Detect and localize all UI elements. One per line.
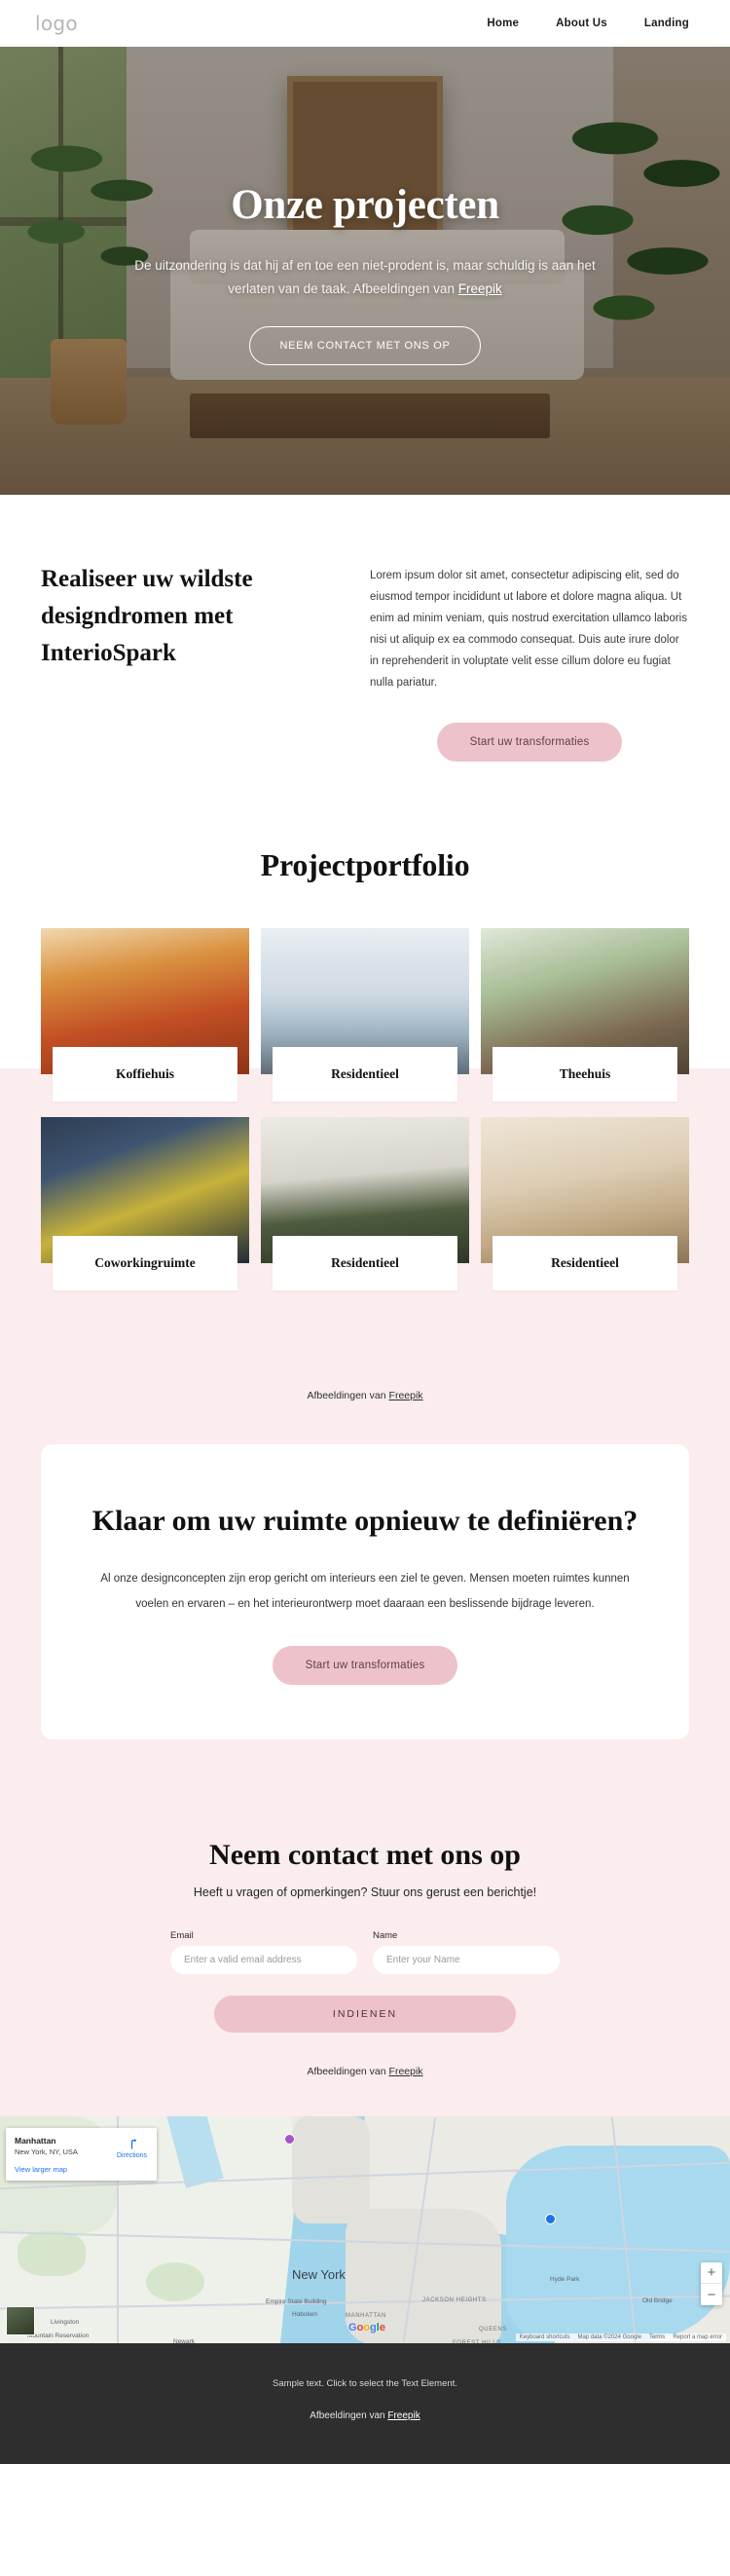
- map-label: Livingston: [51, 2319, 80, 2326]
- hero-subtitle: De uitzondering is dat hij af en toe een…: [122, 254, 608, 301]
- contact-form: Email Name: [170, 1930, 560, 1974]
- map-label: MANHATTAN: [346, 2313, 386, 2319]
- name-field-group: Name: [373, 1930, 560, 1974]
- map-label: Old Bridge: [642, 2297, 673, 2304]
- portfolio-card[interactable]: Residentieel: [261, 1117, 469, 1290]
- portfolio-grid: Koffiehuis Residentieel Theehuis Coworki…: [0, 928, 730, 1335]
- portfolio-card[interactable]: Residentieel: [481, 1117, 689, 1290]
- map-report-error-link[interactable]: Report a map error: [673, 2334, 722, 2340]
- map-terms-link[interactable]: Terms: [649, 2334, 665, 2340]
- portfolio-grid-wrapper: Koffiehuis Residentieel Theehuis Coworki…: [0, 928, 730, 1335]
- about-left-column: Realiseer uw wildste designdromen met In…: [41, 561, 321, 762]
- contact-title: Neem contact met ons op: [209, 1839, 521, 1871]
- map-label: Newark: [173, 2338, 196, 2343]
- name-label: Name: [373, 1930, 398, 1941]
- portfolio-card-label: Coworkingruimte: [53, 1236, 237, 1290]
- site-footer: Sample text. Click to select the Text El…: [0, 2343, 730, 2464]
- about-right-column: Lorem ipsum dolor sit amet, consectetur …: [370, 561, 689, 762]
- map-label: Hoboken: [292, 2311, 318, 2318]
- google-logo-letter: e: [379, 2322, 385, 2333]
- cta-transform-button[interactable]: Start uw transformaties: [272, 1646, 458, 1685]
- name-input[interactable]: [373, 1946, 560, 1974]
- portfolio-card-label: Residentieel: [493, 1236, 677, 1290]
- map-street-view-thumbnail[interactable]: [6, 2306, 35, 2335]
- portfolio-card[interactable]: Coworkingruimte: [41, 1117, 249, 1290]
- portfolio-title: Projectportfolio: [260, 847, 470, 882]
- contact-credit: Afbeeldingen van Freepik: [41, 2066, 689, 2077]
- landing-page: logo Home About Us Landing Onze projecte…: [0, 0, 730, 2464]
- email-input[interactable]: [170, 1946, 357, 1974]
- map-zoom-controls: + −: [701, 2262, 722, 2305]
- map-label: New York: [292, 2267, 346, 2282]
- cta-card: Klaar om uw ruimte opnieuw te definiëren…: [41, 1444, 689, 1739]
- portfolio-card[interactable]: Theehuis: [481, 928, 689, 1101]
- portfolio-header: Projectportfolio: [0, 820, 730, 928]
- hero-content: Onze projecten De uitzondering is dat hi…: [0, 47, 730, 365]
- contact-credit-text: Afbeeldingen van: [307, 2066, 389, 2077]
- contact-freepik-link[interactable]: Freepik: [389, 2066, 423, 2077]
- contact-section: Neem contact met ons op Heeft u vragen o…: [0, 1800, 730, 2116]
- hero-title: Onze projecten: [231, 182, 499, 228]
- map-data-credit: Map data ©2024 Google: [577, 2334, 641, 2340]
- map-zoom-in-button[interactable]: +: [701, 2262, 722, 2284]
- cta-section: Afbeeldingen van Freepik Klaar om uw rui…: [0, 1335, 730, 1800]
- nav-link-landing[interactable]: Landing: [644, 18, 689, 29]
- map-label: FOREST HILLS: [453, 2340, 501, 2343]
- nav-link-about-us[interactable]: About Us: [556, 18, 607, 29]
- portfolio-credit: Afbeeldingen van Freepik: [41, 1390, 689, 1444]
- contact-subtitle: Heeft u vragen of opmerkingen? Stuur ons…: [193, 1885, 537, 1899]
- portfolio-credit-text: Afbeeldingen van: [307, 1390, 389, 1401]
- footer-sample-text[interactable]: Sample text. Click to select the Text El…: [41, 2378, 689, 2389]
- about-title: Realiseer uw wildste designdromen met In…: [41, 566, 253, 666]
- hero-contact-button[interactable]: NEEM CONTACT MET ONS OP: [249, 326, 481, 365]
- about-body-text: Lorem ipsum dolor sit amet, consectetur …: [370, 570, 687, 689]
- map-directions-button[interactable]: Directions: [117, 2138, 147, 2159]
- portfolio-card-label: Residentieel: [273, 1236, 457, 1290]
- footer-credit: Afbeeldingen van Freepik: [41, 2410, 689, 2421]
- map-embed[interactable]: New YorkBROOKLYNEmpire State BuildingHob…: [0, 2116, 730, 2343]
- portfolio-card[interactable]: Residentieel: [261, 928, 469, 1101]
- portfolio-card-label: Koffiehuis: [53, 1047, 237, 1101]
- portfolio-card-label: Residentieel: [273, 1047, 457, 1101]
- google-logo-letter: g: [370, 2322, 377, 2333]
- main-navigation: Home About Us Landing: [487, 18, 689, 29]
- map-info-card: Manhattan New York, NY, USA View larger …: [6, 2128, 157, 2181]
- portfolio-card-label: Theehuis: [493, 1047, 677, 1101]
- map-label: QUEENS: [479, 2327, 507, 2333]
- map-view-larger-link[interactable]: View larger map: [15, 2165, 148, 2174]
- google-logo: Google: [348, 2322, 385, 2333]
- map-keyboard-shortcuts[interactable]: Keyboard shortcuts: [520, 2334, 570, 2340]
- map-label: Hyde Park: [550, 2276, 580, 2283]
- about-section: Realiseer uw wildste designdromen met In…: [0, 495, 730, 820]
- map-zoom-out-button[interactable]: −: [701, 2284, 722, 2305]
- footer-credit-text: Afbeeldingen van: [310, 2410, 388, 2421]
- cta-title: Klaar om uw ruimte opnieuw te definiëren…: [91, 1505, 639, 1537]
- about-transform-button[interactable]: Start uw transformaties: [436, 723, 623, 762]
- map-label: Mountain Reservation: [27, 2333, 90, 2339]
- site-logo[interactable]: logo: [35, 12, 78, 35]
- hero-freepik-link[interactable]: Freepik: [458, 281, 502, 296]
- email-label: Email: [170, 1930, 194, 1941]
- email-field-group: Email: [170, 1930, 357, 1974]
- map-label: JACKSON HEIGHTS: [422, 2297, 487, 2303]
- map-label: Empire State Building: [266, 2298, 327, 2305]
- submit-button[interactable]: INDIENEN: [214, 1996, 516, 2033]
- site-header: logo Home About Us Landing: [0, 0, 730, 47]
- portfolio-freepik-link[interactable]: Freepik: [389, 1390, 423, 1401]
- footer-freepik-link[interactable]: Freepik: [387, 2410, 420, 2421]
- map-directions-label: Directions: [116, 2152, 147, 2159]
- hero-section: Onze projecten De uitzondering is dat hi…: [0, 47, 730, 495]
- google-logo-letter: G: [348, 2322, 357, 2333]
- directions-icon: [130, 2139, 137, 2149]
- hero-subtitle-text: De uitzondering is dat hij af en toe een…: [134, 258, 596, 296]
- cta-body-text: Al onze designconcepten zijn erop gerich…: [100, 1573, 630, 1610]
- nav-link-home[interactable]: Home: [487, 18, 519, 29]
- map-attribution-bar: Keyboard shortcuts Map data ©2024 Google…: [515, 2333, 726, 2341]
- portfolio-card[interactable]: Koffiehuis: [41, 928, 249, 1101]
